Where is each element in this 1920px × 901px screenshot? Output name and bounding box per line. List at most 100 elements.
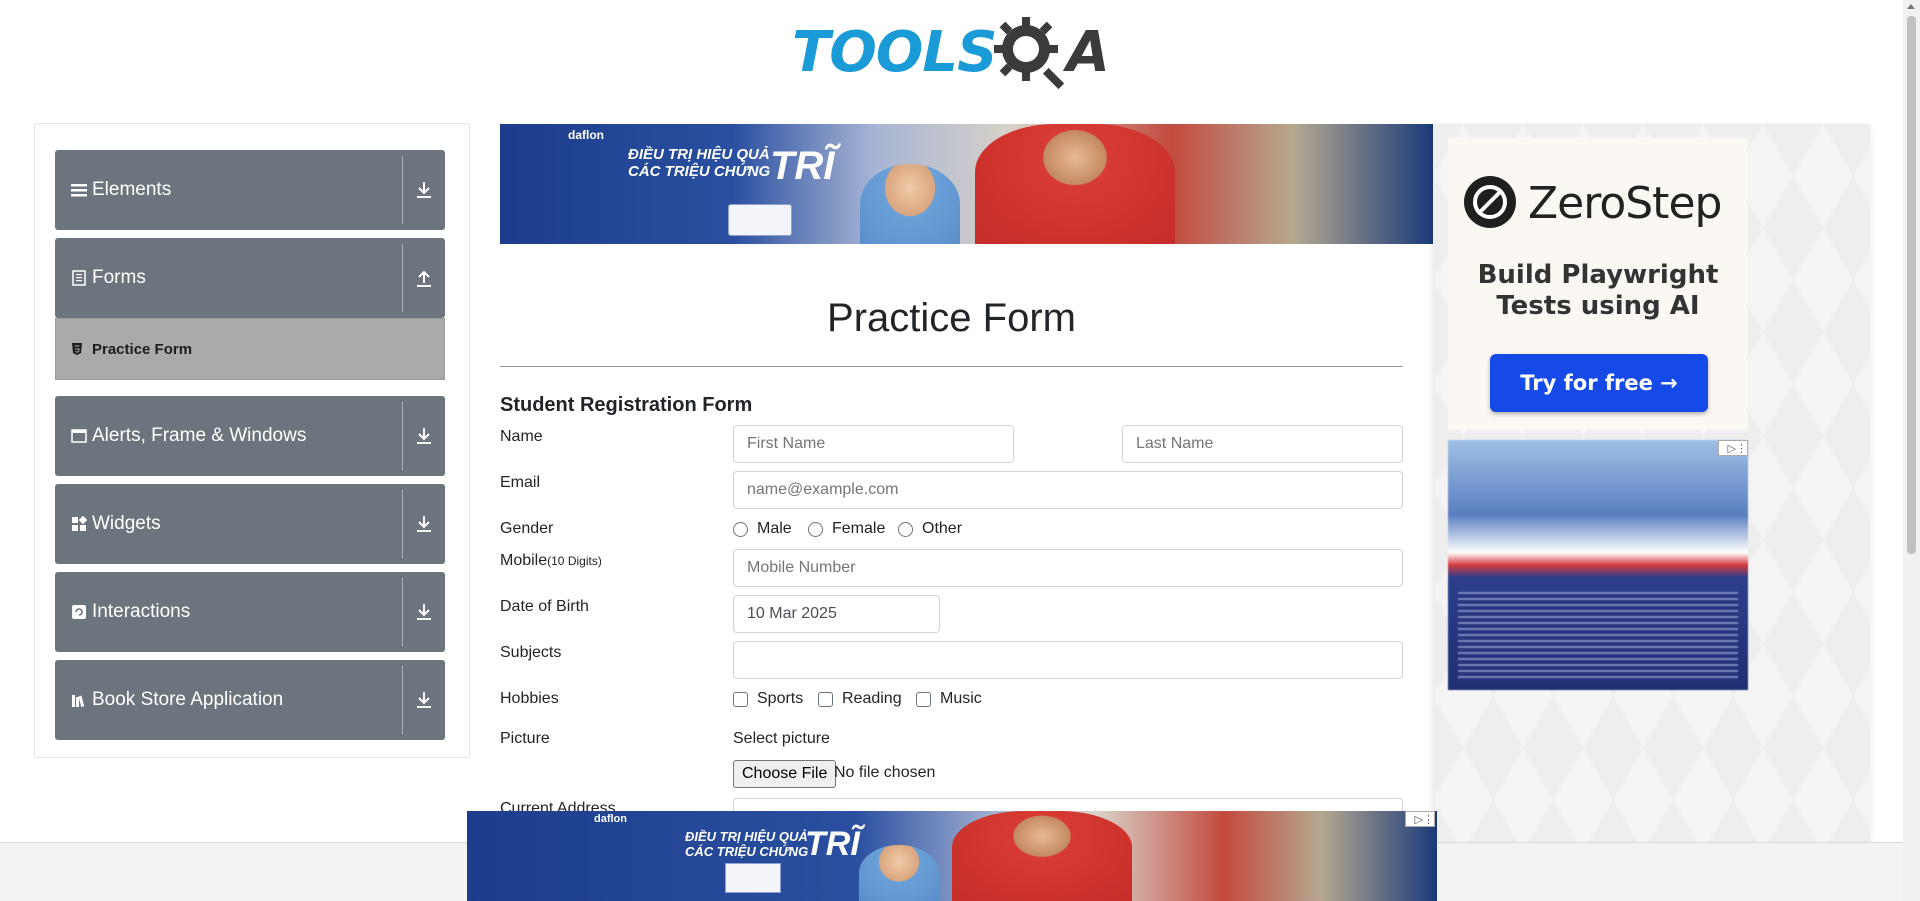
hobby-music-checkbox[interactable]: Music	[916, 690, 982, 708]
radio-circle[interactable]	[808, 521, 823, 537]
sidebar-group-label: Interactions	[92, 601, 191, 622]
radio-label[interactable]: Female	[832, 520, 885, 538]
ad-line: ĐIỀU TRỊ HIỆU QUẢ	[685, 829, 808, 844]
menu-icon	[71, 182, 87, 198]
zerostep-logo-icon	[1464, 176, 1516, 228]
name-label: Name	[500, 428, 543, 445]
zerostep-ad[interactable]: ZeroStep Build Playwright Tests using AI…	[1448, 138, 1748, 430]
hobby-reading-checkbox[interactable]: Reading	[818, 690, 902, 708]
checkbox-box[interactable]	[818, 691, 833, 707]
gender-female-radio[interactable]: Female	[808, 520, 885, 538]
ad-line: CÁC TRIỆU CHỨNG	[685, 844, 809, 859]
divider	[402, 156, 403, 224]
file-status-text: No file chosen	[834, 764, 936, 781]
download-arrow-icon[interactable]	[413, 178, 435, 202]
upload-arrow-icon[interactable]	[413, 266, 435, 290]
ad-headline: ĐIỀU TRỊ HIỆU QUẢ CÁC TRIỆU CHỨNG	[628, 146, 770, 180]
choose-file-button[interactable]: Choose File	[733, 760, 837, 788]
radio-label[interactable]: Other	[922, 520, 962, 538]
download-arrow-icon[interactable]	[413, 512, 435, 536]
checkbox-label[interactable]: Sports	[757, 690, 803, 708]
divider	[402, 578, 403, 646]
mobile-label: Mobile(10 Digits)	[500, 552, 602, 570]
product-box-image	[728, 204, 792, 236]
window-icon	[71, 428, 87, 444]
tagline-line: Build Playwright	[1477, 260, 1719, 290]
checkbox-label[interactable]: Reading	[842, 690, 902, 708]
sidebar-group-label: Widgets	[92, 513, 161, 534]
subjects-input[interactable]	[733, 641, 1403, 679]
checkbox-label[interactable]: Music	[940, 690, 982, 708]
ad-choices-icon[interactable]: ▷⋮	[1405, 811, 1435, 827]
sidebar-group-elements[interactable]: Elements	[55, 150, 445, 230]
ad-person-image	[860, 164, 960, 244]
form-title: Student Registration Form	[500, 394, 753, 416]
sidebar-group-widgets[interactable]: Widgets	[55, 484, 445, 564]
site-logo[interactable]: TOOLS A	[792, 14, 1116, 90]
ad-line: CÁC TRIỆU CHỨNG	[628, 163, 771, 180]
form-icon	[71, 270, 87, 286]
select-picture-label: Select picture	[733, 730, 830, 747]
zerostep-brand: ZeroStep	[1528, 178, 1722, 229]
checkbox-box[interactable]	[916, 691, 931, 707]
sidebar: Elements Forms Practice Form Alerts, Fra…	[34, 123, 470, 758]
ad-line: ĐIỀU TRỊ HIỆU QUẢ	[628, 146, 770, 163]
radio-label[interactable]: Male	[757, 520, 792, 538]
sidebar-group-book-store[interactable]: Book Store Application	[55, 660, 445, 740]
logo-text-a: A	[1066, 19, 1110, 85]
mobile-hint: (10 Digits)	[547, 554, 602, 568]
ad-person-image	[952, 811, 1132, 901]
sidebar-group-label: Forms	[92, 267, 146, 288]
email-input[interactable]	[733, 471, 1403, 509]
checkbox-box[interactable]	[733, 691, 748, 707]
date-of-birth-input[interactable]: 10 Mar 2025	[733, 595, 940, 633]
picture-label: Picture	[500, 730, 550, 747]
ad-brand: daflon	[594, 813, 627, 825]
product-box-image	[725, 863, 781, 893]
sidebar-group-forms[interactable]: Forms	[55, 238, 445, 318]
interactions-icon	[71, 604, 87, 620]
html5-icon	[72, 343, 82, 355]
radio-circle[interactable]	[733, 521, 748, 537]
books-icon	[71, 692, 87, 708]
download-arrow-icon[interactable]	[413, 688, 435, 712]
subjects-label: Subjects	[500, 644, 562, 661]
hobby-sports-checkbox[interactable]: Sports	[733, 690, 803, 708]
last-name-input[interactable]	[1122, 425, 1403, 463]
sidebar-item-label: Practice Form	[92, 340, 193, 358]
download-arrow-icon[interactable]	[413, 600, 435, 624]
sidebar-group-interactions[interactable]: Interactions	[55, 572, 445, 652]
gear-search-icon	[994, 17, 1065, 89]
ad-person-image	[975, 124, 1175, 244]
download-arrow-icon[interactable]	[413, 424, 435, 448]
gender-other-radio[interactable]: Other	[898, 520, 962, 538]
bottom-sticky-ad[interactable]: daflon ĐIỀU TRỊ HIỆU QUẢ CÁC TRIỆU CHỨNG…	[467, 811, 1437, 901]
divider	[402, 666, 403, 734]
page-scrollbar[interactable]	[1903, 0, 1920, 901]
sidebar-item-practice-form[interactable]: Practice Form	[55, 318, 445, 380]
top-banner-ad[interactable]: daflon ĐIỀU TRỊ HIỆU QUẢ CÁC TRIỆU CHỨNG…	[500, 124, 1433, 244]
sidebar-group-label: Book Store Application	[92, 689, 284, 710]
ad-big-word: TRĨ	[805, 825, 860, 863]
sidebar-group-label: Elements	[92, 179, 172, 200]
sidebar-group-label: Alerts, Frame & Windows	[92, 425, 307, 446]
email-label: Email	[500, 474, 541, 491]
radio-circle[interactable]	[898, 521, 913, 537]
divider	[500, 366, 1403, 367]
mobile-input[interactable]	[733, 549, 1403, 587]
gender-male-radio[interactable]: Male	[733, 520, 792, 538]
first-name-input[interactable]	[733, 425, 1014, 463]
sidebar-group-alerts[interactable]: Alerts, Frame & Windows	[55, 396, 445, 476]
blurred-ad-image[interactable]	[1448, 440, 1748, 690]
ad-brand: daflon	[568, 128, 604, 142]
ad-choices-icon[interactable]: ▷⋮	[1718, 440, 1748, 456]
mobile-label-text: Mobile	[500, 552, 548, 569]
scrollbar-thumb[interactable]	[1907, 16, 1916, 554]
widgets-icon	[71, 516, 87, 532]
try-for-free-button[interactable]: Try for free →	[1490, 354, 1708, 412]
dob-label: Date of Birth	[500, 598, 589, 615]
ad-headline: ĐIỀU TRỊ HIỆU QUẢ CÁC TRIỆU CHỨNG	[685, 829, 808, 859]
hobbies-label: Hobbies	[500, 690, 559, 707]
page-title: Practice Form	[827, 296, 1076, 340]
scroll-up-arrow-icon[interactable]	[1907, 4, 1915, 9]
